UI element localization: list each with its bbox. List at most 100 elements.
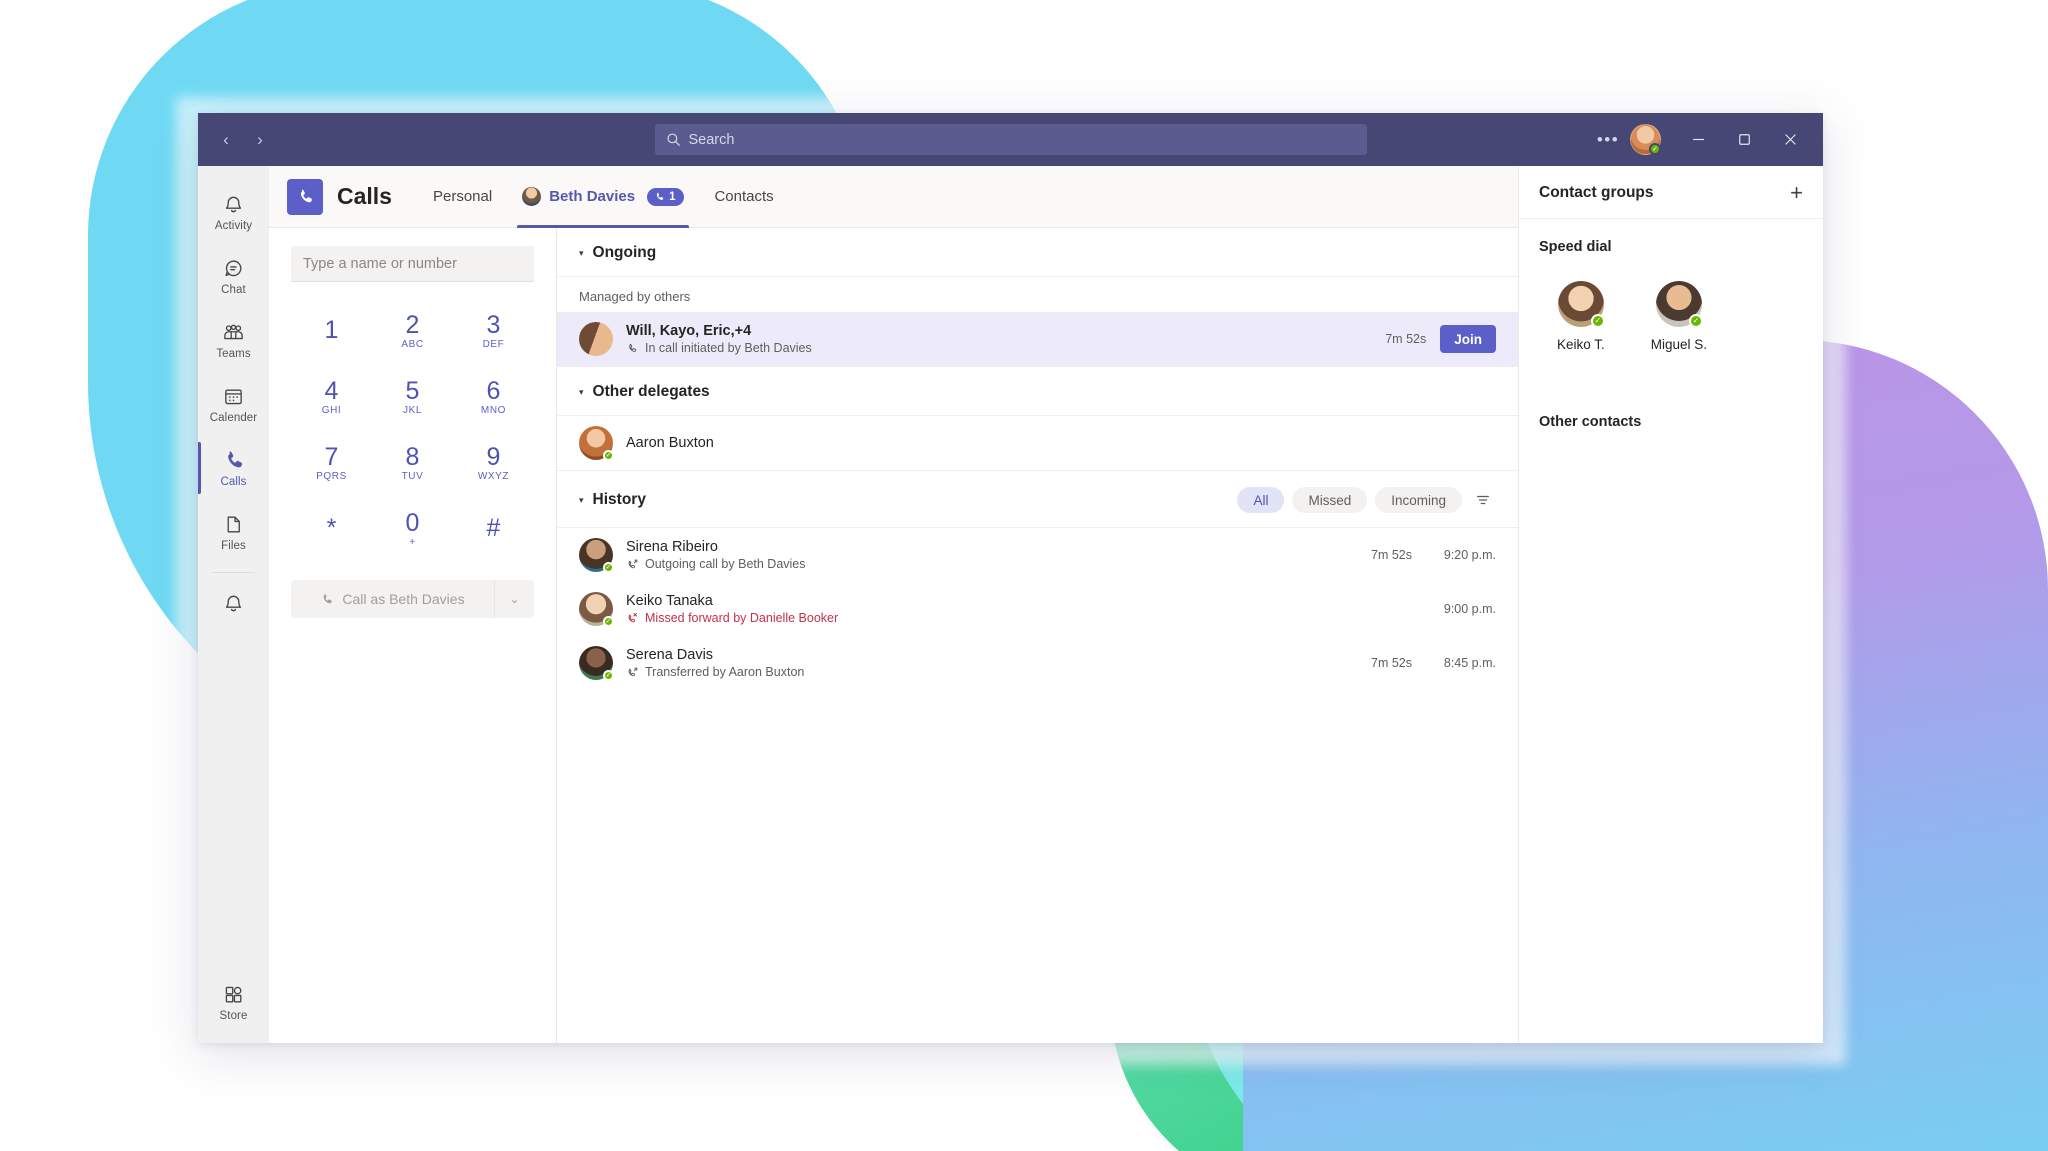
row-texts: Serena Davis Transferred by Aaron Buxton bbox=[626, 647, 804, 679]
contact-label: Keiko T. bbox=[1557, 337, 1605, 352]
chevron-down-icon: ▾ bbox=[579, 247, 584, 258]
chevron-right-icon: › bbox=[257, 129, 263, 149]
key-digit: 7 bbox=[324, 442, 339, 471]
dialpad-key-4[interactable]: 4 GHI bbox=[291, 366, 372, 428]
chevron-down-icon[interactable]: ▾ bbox=[579, 495, 584, 506]
presence-badge-available: ✓ bbox=[603, 616, 614, 627]
key-letters: DEF bbox=[482, 339, 505, 351]
dialpad-key-6[interactable]: 6 MNO bbox=[453, 366, 534, 428]
key-digit: 3 bbox=[486, 310, 501, 339]
presence-badge-available: ✓ bbox=[603, 562, 614, 573]
delegate-row[interactable]: ✓ Aaron Buxton bbox=[557, 416, 1518, 471]
section-delegates-header[interactable]: ▾ Other delegates bbox=[557, 366, 1518, 416]
call-as-dropdown-button[interactable]: ⌄ bbox=[494, 580, 534, 618]
key-digit: # bbox=[486, 514, 501, 543]
back-button[interactable]: ‹ bbox=[211, 125, 241, 155]
maximize-button[interactable] bbox=[1721, 113, 1767, 166]
avatar: ✓ bbox=[579, 592, 614, 627]
add-contact-group-button[interactable]: + bbox=[1790, 182, 1803, 204]
filter-all[interactable]: All bbox=[1237, 487, 1285, 513]
call-outgoing-icon bbox=[626, 558, 639, 571]
calls-app: Calls Personal Beth Davies 1 Contacts Ty… bbox=[269, 166, 1518, 1043]
speed-dial-contact[interactable]: ✓ Miguel S. bbox=[1651, 281, 1707, 352]
user-avatar[interactable]: ✓ bbox=[1630, 124, 1661, 155]
filter-missed[interactable]: Missed bbox=[1292, 487, 1368, 513]
speed-dial-contact[interactable]: ✓ Keiko T. bbox=[1557, 281, 1605, 352]
tab-beth-davies[interactable]: Beth Davies 1 bbox=[507, 166, 699, 228]
call-type: Outgoing call by Beth Davies bbox=[626, 557, 806, 571]
calendar-icon bbox=[222, 385, 245, 408]
history-row[interactable]: ✓ Sirena Ribeiro Outgoing call by Beth D… bbox=[557, 528, 1518, 582]
ongoing-call-row[interactable]: Will, Kayo, Eric,+4 In call initiated by… bbox=[557, 312, 1518, 366]
dialpad-key-3[interactable]: 3 DEF bbox=[453, 300, 534, 362]
avatar: ✓ bbox=[1557, 281, 1605, 328]
panel-title: Contact groups bbox=[1539, 184, 1654, 201]
calls-list-panel: ▾ Ongoing Managed by others Will, Kayo, … bbox=[557, 228, 1518, 1043]
dialpad-key-hash[interactable]: # bbox=[453, 498, 534, 560]
filter-icon[interactable] bbox=[1470, 487, 1496, 513]
call-missed-forward-icon bbox=[626, 612, 639, 625]
sidebar-item-files[interactable]: Files bbox=[198, 500, 269, 564]
filter-incoming[interactable]: Incoming bbox=[1375, 487, 1462, 513]
dialpad-keys: 1 2 ABC 3 DEF 4 GHI 5 JKL 6 MNO 7 PQRS 8… bbox=[291, 300, 534, 560]
app-rail: Activity Chat Teams Calender Calls Files… bbox=[198, 166, 269, 1043]
close-button[interactable] bbox=[1767, 113, 1813, 166]
sidebar-item-chat[interactable]: Chat bbox=[198, 244, 269, 308]
sidebar-item-store[interactable]: Store bbox=[198, 979, 269, 1043]
dialpad-key-7[interactable]: 7 PQRS bbox=[291, 432, 372, 494]
row-actions: 7m 52s Join bbox=[1385, 325, 1496, 353]
join-button[interactable]: Join bbox=[1440, 325, 1496, 353]
history-row[interactable]: ✓ Keiko Tanaka Missed forward by Daniell… bbox=[557, 582, 1518, 636]
call-type: Missed forward by Danielle Booker bbox=[626, 611, 838, 625]
avatar: ✓ bbox=[579, 538, 614, 573]
key-digit: 1 bbox=[324, 316, 339, 345]
section-history-header: ▾ History All Missed Incoming bbox=[557, 471, 1518, 528]
sidebar-item-calendar[interactable]: Calender bbox=[198, 372, 269, 436]
sidebar-item-label: Store bbox=[219, 1009, 248, 1022]
bell-icon bbox=[222, 592, 245, 615]
managed-by-others-label: Managed by others bbox=[557, 277, 1518, 312]
row-texts: Will, Kayo, Eric,+4 In call initiated by… bbox=[626, 323, 812, 355]
caller-name: Serena Davis bbox=[626, 647, 714, 663]
dialpad-key-8[interactable]: 8 TUV bbox=[372, 432, 453, 494]
sidebar-item-label: Calender bbox=[209, 411, 258, 424]
dialpad-key-2[interactable]: 2 ABC bbox=[372, 300, 453, 362]
sidebar-item-activity[interactable]: Activity bbox=[198, 180, 269, 244]
avatar: ✓ bbox=[1655, 281, 1703, 328]
dialpad-key-1[interactable]: 1 bbox=[291, 300, 372, 362]
rail-divider bbox=[212, 572, 255, 573]
contact-groups-header: Contact groups + bbox=[1519, 166, 1823, 219]
search-input[interactable]: Search bbox=[654, 124, 1367, 155]
calls-app-icon bbox=[287, 178, 323, 215]
call-as-label: Call as Beth Davies bbox=[342, 591, 465, 607]
forward-button[interactable]: › bbox=[245, 125, 275, 155]
dialpad-key-star[interactable]: * bbox=[291, 498, 372, 560]
tab-contacts[interactable]: Contacts bbox=[699, 166, 788, 228]
screenshot-canvas: ‹ › Search ••• ✓ Activity Chat Teams Cal… bbox=[0, 0, 2048, 1151]
history-row[interactable]: ✓ Serena Davis Transferred by Aaron Buxt… bbox=[557, 636, 1518, 690]
row-texts: Aaron Buxton bbox=[626, 435, 714, 451]
file-icon bbox=[222, 513, 245, 536]
call-type: Transferred by Aaron Buxton bbox=[626, 665, 804, 679]
history-filters: All Missed Incoming bbox=[1237, 487, 1496, 513]
tab-personal[interactable]: Personal bbox=[418, 166, 507, 228]
sidebar-item-calls[interactable]: Calls bbox=[198, 436, 269, 500]
dial-input[interactable] bbox=[291, 246, 534, 282]
call-as-button[interactable]: Call as Beth Davies bbox=[291, 580, 494, 618]
ellipsis-icon: ••• bbox=[1596, 129, 1620, 149]
sidebar-item-teams[interactable]: Teams bbox=[198, 308, 269, 372]
call-duration: 7m 52s bbox=[1385, 332, 1427, 346]
contact-label: Miguel S. bbox=[1650, 337, 1708, 352]
key-letters: MNO bbox=[480, 405, 507, 417]
sidebar-item-label: Chat bbox=[221, 283, 246, 296]
sidebar-item-notifications[interactable] bbox=[198, 577, 269, 629]
avatar: ✓ bbox=[579, 426, 614, 461]
dialpad-key-0[interactable]: 0 + bbox=[372, 498, 453, 560]
more-options-button[interactable]: ••• bbox=[1590, 113, 1626, 166]
section-ongoing-header[interactable]: ▾ Ongoing bbox=[557, 228, 1518, 277]
call-outgoing-icon bbox=[626, 666, 639, 679]
search-icon bbox=[666, 132, 681, 147]
dialpad-key-5[interactable]: 5 JKL bbox=[372, 366, 453, 428]
dialpad-key-9[interactable]: 9 WXYZ bbox=[453, 432, 534, 494]
minimize-button[interactable] bbox=[1675, 113, 1721, 166]
